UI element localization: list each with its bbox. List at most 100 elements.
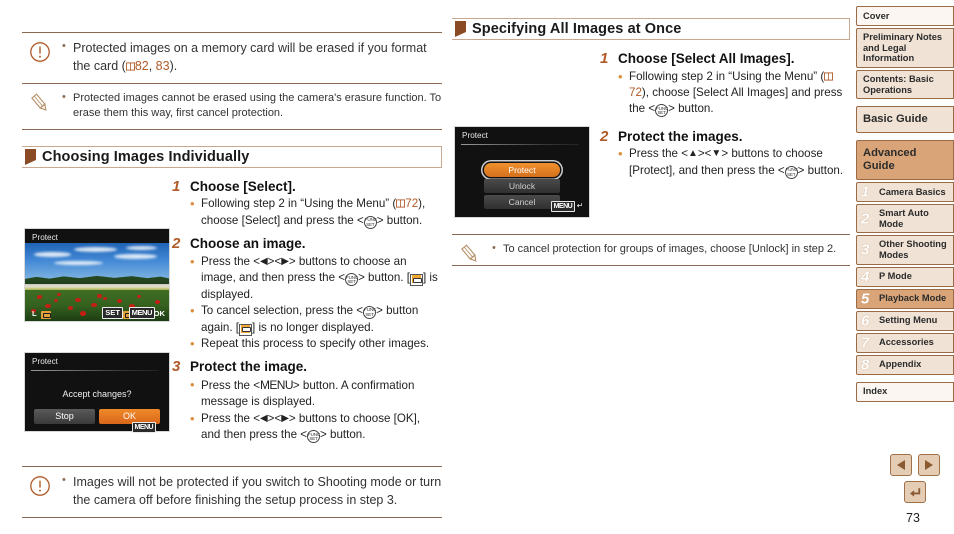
tip-callout: To cancel protection for groups of image…: [452, 234, 850, 266]
confirm-menu-return: MENU ↵: [132, 416, 165, 434]
up-arrow-icon: ▲: [687, 148, 698, 160]
sidebar-item-playback-mode[interactable]: 5 Playback Mode: [856, 288, 954, 309]
func-set-button-icon: FUNC SET: [345, 272, 359, 286]
sidebar-item-p-mode[interactable]: 4 P Mode: [856, 266, 954, 287]
exclamation-circle-icon: [28, 474, 52, 498]
step-number: 2: [172, 235, 181, 253]
menu-option-cancel[interactable]: Cancel: [484, 195, 560, 209]
sidebar-item-label: Preliminary Notes and Legal Information: [863, 32, 943, 64]
step-title: Protect the image.: [190, 359, 308, 375]
warning-text-post: ).: [169, 58, 178, 73]
sidebar-item-label: Camera Basics: [879, 186, 946, 197]
bottom-warning-callout: Images will not be protected if you swit…: [22, 466, 442, 518]
sidebar-item-appendix[interactable]: 8 Appendix: [856, 354, 954, 375]
right-column: Specifying All Images at Once 1 Choose […: [452, 0, 850, 534]
page-ref-72[interactable]: 72: [405, 197, 418, 210]
sidebar-item-label: Playback Mode: [879, 293, 947, 304]
step-number: 1: [172, 177, 181, 195]
protect-lock-icon: [409, 274, 423, 287]
chapter-number: 6: [861, 312, 870, 330]
left-arrow-icon: ◀: [259, 412, 268, 424]
menu-options: Protect Unlock Cancel: [484, 163, 560, 211]
sidebar-item-accessories[interactable]: 7 Accessories: [856, 332, 954, 353]
step-title: Choose [Select].: [190, 178, 296, 194]
sidebar-item-cover[interactable]: Cover: [856, 6, 954, 26]
sidebar-item-contents-basic-operations[interactable]: Contents: Basic Operations: [856, 70, 954, 100]
sidebar-item-label: Other Shooting Modes: [879, 239, 947, 261]
return-arrow-icon: [909, 487, 920, 497]
flag-icon: [22, 146, 42, 168]
screen-title: Protect: [32, 233, 58, 242]
sidebar-item-other-shooting-modes[interactable]: 3 Other Shooting Modes: [856, 235, 954, 265]
chapter-number: 1: [861, 183, 870, 201]
flag-icon: [452, 18, 472, 40]
sidebar-item-basic-guide[interactable]: Basic Guide: [856, 106, 954, 134]
step-bullet: To cancel selection, press the <FUNCSET>…: [190, 302, 442, 336]
divider: [461, 144, 579, 145]
sample-photo: L SET MENU OK: [25, 243, 169, 321]
sidebar-item-advanced-guide[interactable]: Advanced Guide: [856, 140, 954, 181]
sidebar-item-label: Appendix: [879, 359, 922, 370]
sidebar-item-label: Basic Guide: [863, 113, 928, 126]
section-heading-specifying-all: Specifying All Images at Once: [452, 18, 850, 40]
func-set-button-icon: FUNC SET: [655, 104, 669, 118]
lock-icon: [41, 311, 51, 319]
step-number: 2: [600, 127, 609, 145]
step-title: Choose an image.: [190, 236, 306, 252]
screen-title: Protect: [32, 357, 58, 366]
page-navigation: 73: [876, 454, 954, 525]
sky: [25, 243, 169, 279]
step-1: 1 Choose [Select All Images]. Following …: [600, 50, 848, 118]
next-page-button[interactable]: [918, 454, 940, 476]
step-title: Choose [Select All Images].: [618, 51, 795, 66]
quality-badge: L: [32, 309, 37, 318]
sidebar-item-label: Smart Auto Mode: [879, 208, 929, 229]
camera-screenshot-select-image: Protect L SET MENU OK: [24, 228, 170, 322]
set-badge: SET: [102, 307, 123, 319]
sidebar-item-preliminary-notes[interactable]: Preliminary Notes and Legal Information: [856, 28, 954, 69]
chapter-number: 7: [861, 334, 870, 352]
menu-button-icon: MENU: [259, 377, 294, 392]
return-arrow-icon: ↵: [576, 201, 583, 210]
page-ref-83[interactable]: 83: [156, 59, 170, 73]
step-3: 3 Protect the image. Press the <MENU> bu…: [172, 358, 442, 444]
book-icon: [125, 62, 135, 71]
camera-screenshot-protect-menu: Protect Protect Unlock Cancel MENU ↵: [454, 126, 590, 218]
sidebar-item-setting-menu[interactable]: 6 Setting Menu: [856, 310, 954, 331]
chapter-number: 8: [861, 356, 870, 374]
book-icon: [396, 199, 406, 208]
func-set-button-icon: FUNC SET: [307, 430, 320, 444]
tip-callout: Protected images cannot be erased using …: [22, 84, 442, 130]
func-set-button-icon: FUNC SET: [363, 215, 377, 229]
step-bullet: Press the <◀><▶> buttons to choose [OK],…: [190, 410, 442, 444]
step-bullet: Press the <▲><▼> buttons to choose [Prot…: [618, 145, 848, 179]
step-bullet: Repeat this process to specify other ima…: [190, 335, 442, 354]
sidebar-item-label: Advanced Guide: [863, 147, 917, 173]
stop-button[interactable]: Stop: [34, 409, 95, 424]
left-arrow-icon: ◀: [259, 255, 268, 267]
sidebar-item-label: Index: [863, 386, 888, 397]
previous-page-button[interactable]: [890, 454, 912, 476]
menu-badge: MENU: [132, 422, 156, 433]
right-arrow-icon: ▶: [281, 412, 289, 424]
step-bullet: Following step 2 in “Using the Menu” (72…: [190, 195, 442, 229]
left-steps: 1 Choose [Select]. Following step 2 in “…: [172, 178, 442, 444]
sidebar-item-smart-auto-mode[interactable]: 2 Smart Auto Mode: [856, 204, 954, 234]
sidebar-item-camera-basics[interactable]: 1 Camera Basics: [856, 182, 954, 203]
back-button[interactable]: [904, 481, 926, 503]
sidebar-item-index[interactable]: Index: [856, 381, 954, 402]
page-ref-82[interactable]: 82: [135, 59, 149, 73]
sidebar-item-label: Setting Menu: [879, 315, 938, 326]
section-title: Specifying All Images at Once: [472, 21, 682, 37]
step-1: 1 Choose [Select]. Following step 2 in “…: [172, 178, 442, 229]
menu-option-protect[interactable]: Protect: [484, 163, 560, 177]
page-ref-72[interactable]: 72: [629, 86, 642, 99]
sidebar-item-label: P Mode: [879, 271, 912, 282]
screen-title: Protect: [462, 131, 488, 140]
pencil-icon: [28, 91, 52, 115]
section-title: Choosing Images Individually: [42, 148, 250, 165]
menu-action-label: OK: [153, 309, 165, 318]
divider: [31, 370, 159, 371]
menu-option-unlock[interactable]: Unlock: [484, 179, 560, 193]
sidebar-item-label: Cover: [863, 10, 890, 21]
